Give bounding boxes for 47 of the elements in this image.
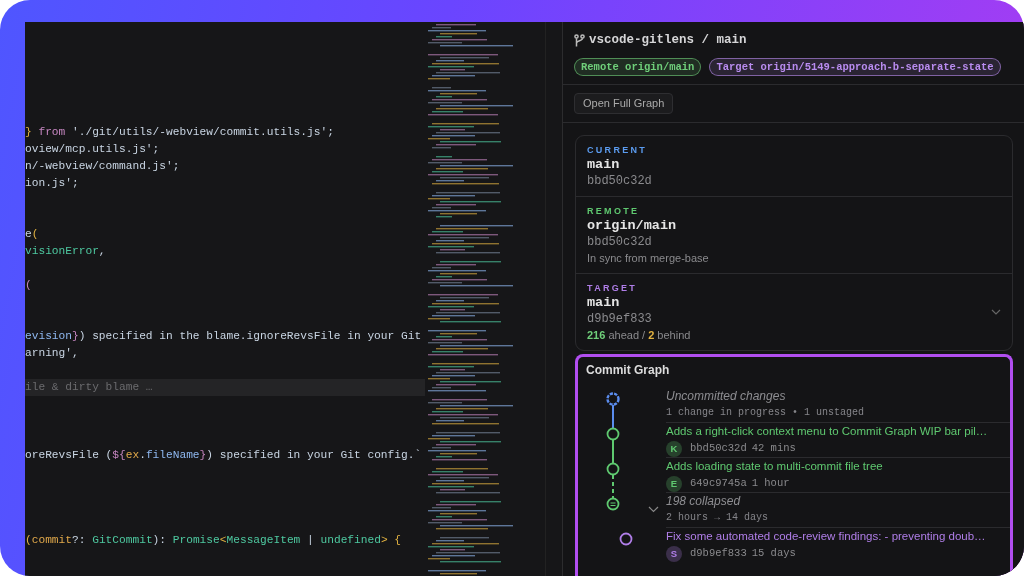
row-detail: 1 change in progress • 1 unstaged bbox=[666, 405, 866, 420]
ref-pill: Target origin/5149-approach-b-separate-state bbox=[709, 57, 1001, 76]
collapsed-label[interactable]: 198 collapsed bbox=[666, 493, 1010, 509]
commit-sha: d9b9ef833 bbox=[587, 310, 653, 327]
commit-sha: bbd50c32d bbox=[690, 441, 747, 457]
branch-name: origin/main bbox=[587, 216, 678, 234]
section-label: CURRENT bbox=[587, 143, 649, 156]
section-label: TARGET bbox=[587, 281, 639, 294]
ahead-behind-status: 216 ahead / 2 behind bbox=[587, 327, 692, 343]
code-line: e( bbox=[25, 228, 39, 240]
code-line: evision}) specified in the blame.ignoreRevsFile in your Git bbox=[25, 330, 422, 342]
inline-hint: ile & dirty blame … bbox=[25, 381, 153, 393]
code-line: visionError, bbox=[25, 245, 106, 257]
avatar: K bbox=[666, 440, 682, 457]
commit-sha: d9b9ef833 bbox=[690, 546, 747, 562]
avatar: S bbox=[666, 545, 682, 562]
code-line: n/-webview/command.js'; bbox=[25, 160, 180, 172]
code-line: } from './git/utils/-webview/commit.utils.js'; bbox=[25, 126, 334, 138]
commit-message[interactable]: Fix some automated code-review findings: - preventing doub… bbox=[666, 528, 1010, 544]
commit-sha: 649c9745a bbox=[690, 476, 747, 492]
repo-branch-title: vscode-gitlens / main bbox=[589, 32, 747, 49]
code-line: oview/mcp.utils.js'; bbox=[25, 143, 160, 155]
commit-time: 42 mins bbox=[751, 441, 796, 457]
ref-pill: Remote origin/main bbox=[574, 57, 702, 76]
branch-icon bbox=[574, 33, 585, 47]
commit-time: 1 hour bbox=[751, 476, 790, 492]
commit-message[interactable]: Adds a right-click context menu to Commit Graph WIP bar pil… bbox=[666, 423, 1010, 439]
commit-sha: bbd50c32d bbox=[587, 172, 653, 189]
code-line: (commit?: GitCommit): Promise<MessageItem | undefined> { bbox=[25, 534, 402, 546]
avatar: E bbox=[666, 475, 682, 492]
commit-sha: bbd50c32d bbox=[587, 233, 653, 250]
branch-name: main bbox=[587, 293, 621, 311]
panel-heading: Commit Graph bbox=[585, 361, 671, 379]
wip-title: Uncommitted changes bbox=[666, 388, 787, 404]
branch-name: main bbox=[587, 155, 621, 173]
code-line: oreRevsFile (${ex.fileName}) specified in your Git config.` bbox=[25, 449, 422, 461]
commit-time: 15 days bbox=[751, 546, 796, 562]
row-detail: 2 hours → 14 days bbox=[666, 510, 770, 525]
section-label: REMOTE bbox=[587, 204, 641, 217]
chevron-icon[interactable] bbox=[648, 505, 659, 513]
sync-status: In sync from merge-base bbox=[587, 250, 710, 266]
code-line: ( bbox=[25, 279, 32, 291]
commit-message[interactable]: Adds loading state to multi-commit file tree bbox=[666, 458, 1010, 474]
chevron-icon[interactable] bbox=[991, 308, 1001, 316]
open-full-graph-button[interactable]: Open Full Graph bbox=[574, 92, 674, 114]
code-line: arning', bbox=[25, 347, 79, 359]
code-line: ion.js'; bbox=[25, 177, 79, 189]
